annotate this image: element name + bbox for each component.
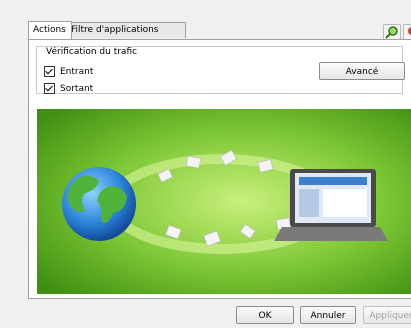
globe-icon xyxy=(62,167,136,241)
incoming-checkbox-label: Entrant xyxy=(60,66,94,77)
outgoing-checkbox-label: Sortant xyxy=(60,83,94,94)
apply-button[interactable]: Appliquer xyxy=(363,306,411,324)
incoming-checkbox-box[interactable] xyxy=(44,66,55,77)
ok-button[interactable]: OK xyxy=(236,306,294,324)
traffic-illustration xyxy=(37,109,411,294)
cancel-button[interactable]: Annuler xyxy=(300,306,356,324)
incoming-checkbox[interactable]: Entrant xyxy=(44,66,93,77)
outgoing-checkbox-box[interactable] xyxy=(44,83,55,94)
advanced-button[interactable]: Avancé xyxy=(319,62,405,80)
laptop-icon xyxy=(274,169,388,241)
tab-application-filter[interactable]: Filtre d'applications xyxy=(66,22,186,38)
traffic-check-legend: Vérification du trafic xyxy=(44,47,140,57)
outgoing-checkbox[interactable]: Sortant xyxy=(44,83,93,94)
tab-actions[interactable]: Actions xyxy=(28,21,72,39)
